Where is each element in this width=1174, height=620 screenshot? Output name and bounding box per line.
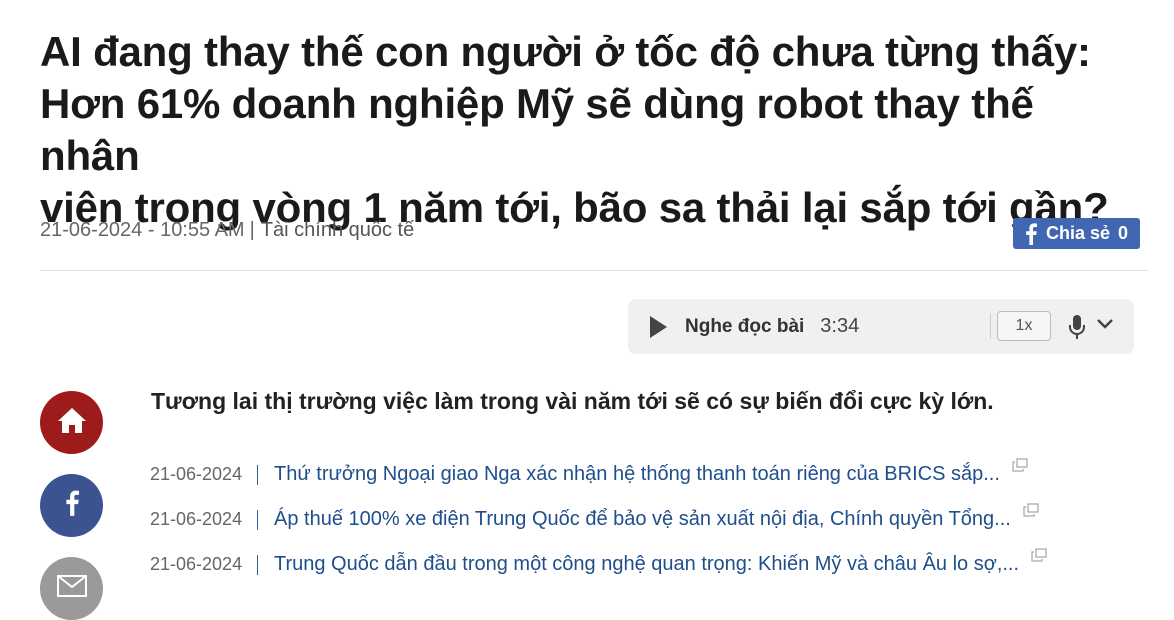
facebook-icon xyxy=(1021,221,1041,247)
publish-datetime: 21-06-2024 - 10:55 AM xyxy=(40,219,245,241)
related-date: 21-06-2024 xyxy=(150,554,243,574)
audio-label: Nghe đọc bài xyxy=(685,315,805,337)
facebook-button[interactable] xyxy=(40,474,103,537)
article-meta: 21-06-2024 - 10:55 AM | Tài chính quốc t… xyxy=(40,219,414,242)
chevron-down-icon[interactable] xyxy=(1096,317,1114,335)
related-date: 21-06-2024 xyxy=(150,464,243,484)
related-link[interactable]: Trung Quốc dẫn đầu trong một công nghệ q… xyxy=(274,553,1019,576)
related-date: 21-06-2024 xyxy=(150,509,243,529)
related-item: 21-06-2024 Trung Quốc dẫn đầu trong một … xyxy=(150,542,1047,587)
mail-icon xyxy=(56,575,87,602)
audio-player: Nghe đọc bài 3:34 1x xyxy=(628,299,1134,354)
audio-duration: 3:34 xyxy=(820,315,860,337)
related-divider xyxy=(257,464,258,485)
meta-separator: | xyxy=(249,219,255,241)
title-line-1: AI đang thay thế con người ở tốc độ chưa… xyxy=(40,28,1091,75)
related-divider xyxy=(257,554,258,575)
facebook-icon xyxy=(65,490,79,521)
mail-button[interactable] xyxy=(40,557,103,620)
header-divider xyxy=(40,270,1148,271)
related-item: 21-06-2024 Áp thuế 100% xe điện Trung Qu… xyxy=(150,497,1047,542)
open-new-tab-icon[interactable] xyxy=(1023,503,1039,522)
title-line-2: Hơn 61% doanh nghiệp Mỹ sẽ dùng robot th… xyxy=(40,80,1034,179)
facebook-share-button[interactable]: Chia sẻ 0 xyxy=(1013,218,1140,249)
related-divider xyxy=(257,509,258,530)
microphone-icon[interactable] xyxy=(1068,314,1086,345)
open-new-tab-icon[interactable] xyxy=(1031,548,1047,567)
related-news-list: 21-06-2024 Thứ trưởng Ngoại giao Nga xác… xyxy=(150,452,1047,587)
home-icon xyxy=(57,406,87,439)
article-lead: Tương lai thị trường việc làm trong vài … xyxy=(151,388,994,414)
player-divider xyxy=(990,313,991,339)
play-icon[interactable] xyxy=(648,315,670,339)
share-label: Chia sẻ xyxy=(1046,223,1111,243)
related-link[interactable]: Áp thuế 100% xe điện Trung Quốc để bảo v… xyxy=(274,508,1011,531)
category-link[interactable]: Tài chính quốc tế xyxy=(261,219,414,242)
playback-speed-button[interactable]: 1x xyxy=(997,311,1051,341)
share-count: 0 xyxy=(1118,223,1129,243)
home-button[interactable] xyxy=(40,391,103,454)
open-new-tab-icon[interactable] xyxy=(1012,458,1028,477)
related-item: 21-06-2024 Thứ trưởng Ngoại giao Nga xác… xyxy=(150,452,1047,497)
related-link[interactable]: Thứ trưởng Ngoại giao Nga xác nhận hệ th… xyxy=(274,463,1000,486)
article-title: AI đang thay thế con người ở tốc độ chưa… xyxy=(40,26,1140,234)
